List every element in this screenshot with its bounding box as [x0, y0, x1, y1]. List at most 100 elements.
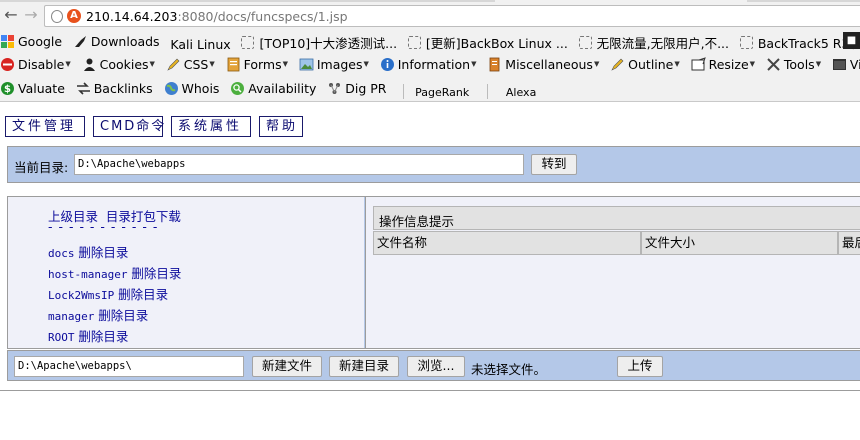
- dashed-page-icon: [241, 35, 255, 49]
- delete-dir-link[interactable]: 删除目录: [131, 266, 181, 281]
- dashed-page-icon: [407, 35, 421, 49]
- kali-dragon-icon: [73, 34, 88, 49]
- toolbar-outline[interactable]: Outline ▼: [610, 53, 680, 75]
- delete-dir-link[interactable]: 删除目录: [98, 308, 148, 323]
- webdev-toolbar: Disable ▼ Cookies ▼ CSS ▼ Forms ▼ Images ▼ In…: [0, 53, 860, 75]
- site-favicon-icon: A: [67, 9, 81, 23]
- dir-link-lock2wmsip[interactable]: Lock2WmsIP: [48, 289, 114, 302]
- no-file-selected-text: 未选择文件。: [471, 362, 547, 377]
- divider: - - - - - - - - - - -: [48, 219, 159, 234]
- list-item: ROOT 删除目录: [48, 326, 128, 345]
- dashed-page-icon: [578, 35, 592, 49]
- new-file-button[interactable]: 新建文件: [252, 356, 322, 377]
- menu-help[interactable]: 帮助: [259, 116, 303, 137]
- seo-whois[interactable]: Whois: [164, 77, 219, 99]
- bookmark-backtrack5[interactable]: BackTrack5 R3发布- ...: [739, 31, 860, 52]
- delete-dir-link[interactable]: 删除目录: [118, 287, 168, 302]
- toolbar-resize[interactable]: Resize ▼: [691, 53, 755, 75]
- column-header-file-name[interactable]: 文件名称: [373, 231, 641, 255]
- menu-system-properties[interactable]: 系统属性: [171, 116, 251, 137]
- delete-dir-link[interactable]: 删除目录: [78, 329, 128, 344]
- navigation-bar: ← → A 210.14.64.203:8080/docs/funcspecs/…: [0, 4, 860, 28]
- toolbar-cookies[interactable]: Cookies ▼: [82, 53, 155, 75]
- seo-dig-pr[interactable]: Dig PR: [327, 77, 386, 99]
- main-panel: 上级目录 目录打包下载 - - - - - - - - - - - docs 删…: [7, 196, 860, 349]
- dir-link-root[interactable]: ROOT: [48, 331, 75, 344]
- dig-icon: [327, 81, 342, 96]
- backlinks-icon: [76, 81, 91, 96]
- operation-info-panel: 操作信息提示 文件名称 文件大小 最后: [365, 197, 860, 348]
- globe-icon: [164, 81, 179, 96]
- current-directory-input[interactable]: D:\Apache\webapps: [74, 154, 524, 175]
- page-info-icon[interactable]: [51, 10, 63, 23]
- outline-pencil-icon: [610, 57, 625, 72]
- tab-strip: [0, 0, 860, 2]
- forms-icon: [226, 57, 241, 72]
- tools-icon: [766, 57, 781, 72]
- forward-arrow-icon[interactable]: →: [22, 6, 40, 24]
- page-bottom-border: [0, 390, 860, 391]
- bookmark-top10[interactable]: [TOP10]十大渗透测试...: [241, 31, 397, 52]
- toolbar-separator: [403, 84, 405, 99]
- toolbar-disable[interactable]: Disable ▼: [0, 53, 71, 75]
- browse-button[interactable]: 浏览...: [407, 356, 465, 377]
- seo-backlinks[interactable]: Backlinks: [76, 77, 153, 99]
- list-item: docs 删除目录: [48, 242, 128, 261]
- bookmark-kali-linux[interactable]: Kali Linux: [170, 33, 230, 52]
- go-button[interactable]: 转到: [531, 154, 577, 175]
- delete-dir-link[interactable]: 删除目录: [78, 245, 128, 260]
- disable-icon: [0, 57, 15, 72]
- seo-alexa[interactable]: Alexa: [498, 83, 544, 100]
- google-icon: [0, 34, 15, 49]
- upload-panel: D:\Apache\webapps\ 新建文件 新建目录 浏览... 未选择文件…: [7, 350, 860, 381]
- directory-list-panel: 上级目录 目录打包下载 - - - - - - - - - - - docs 删…: [8, 197, 364, 348]
- toolbar-images[interactable]: Images ▼: [299, 53, 369, 75]
- operation-info-header: 操作信息提示: [373, 206, 860, 230]
- upload-path-input[interactable]: D:\Apache\webapps\: [14, 356, 244, 377]
- seo-pagerank[interactable]: PageRank: [414, 83, 470, 100]
- menu-file-manage[interactable]: 文件管理: [5, 116, 85, 137]
- back-arrow-icon[interactable]: ←: [2, 6, 20, 24]
- toolbar-css[interactable]: CSS ▼: [166, 53, 215, 75]
- information-icon: [380, 57, 395, 72]
- css-pencil-icon: [166, 57, 181, 72]
- toolbar-view-source[interactable]: View Source▼: [832, 53, 860, 75]
- bookmark-google[interactable]: Google: [0, 30, 62, 52]
- active-tab-edge: [495, 0, 747, 2]
- toolbar-forms[interactable]: Forms ▼: [226, 53, 288, 75]
- dashed-page-icon: [739, 35, 753, 49]
- toolbar-overflow-icon[interactable]: ■: [843, 32, 860, 49]
- svg-text:$: $: [4, 84, 11, 95]
- images-icon: [299, 57, 314, 72]
- bookmark-downloads[interactable]: Downloads: [73, 30, 160, 52]
- address-bar[interactable]: A 210.14.64.203:8080/docs/funcspecs/1.js…: [44, 5, 860, 27]
- dir-link-docs[interactable]: docs: [48, 247, 75, 260]
- upload-button[interactable]: 上传: [617, 356, 663, 377]
- menu-cmd[interactable]: CMD命令: [93, 116, 164, 137]
- url-text[interactable]: 210.14.64.203:8080/docs/funcspecs/1.jsp: [86, 9, 348, 24]
- dir-link-manager[interactable]: manager: [48, 310, 94, 323]
- seo-valuate[interactable]: $ Valuate: [0, 77, 65, 99]
- view-source-icon: [832, 57, 847, 72]
- new-directory-button[interactable]: 新建目录: [329, 356, 399, 377]
- bookmark-unlimited[interactable]: 无限流量,无限用户,不...: [578, 31, 729, 52]
- cookies-icon: [82, 57, 97, 72]
- operation-info-title: 操作信息提示: [379, 214, 455, 229]
- search-icon: [230, 81, 245, 96]
- bookmarks-bar: Google Downloads Kali Linux [TOP10]十大渗透测…: [0, 30, 860, 52]
- list-item: Lock2WmsIP 删除目录: [48, 284, 168, 303]
- column-header-file-size[interactable]: 文件大小: [641, 231, 838, 255]
- list-item: manager 删除目录: [48, 305, 148, 324]
- seo-availability[interactable]: Availability: [230, 77, 316, 99]
- toolbar-separator: [487, 84, 489, 99]
- toolbar-tools[interactable]: Tools ▼: [766, 53, 821, 75]
- dollar-icon: $: [0, 81, 15, 96]
- dir-link-host-manager[interactable]: host-manager: [48, 268, 127, 281]
- toolbar-information[interactable]: Information ▼: [380, 53, 476, 75]
- browser-chrome: ← → A 210.14.64.203:8080/docs/funcspecs/…: [0, 0, 860, 102]
- column-header-last-modified[interactable]: 最后: [838, 231, 860, 255]
- toolbar-miscellaneous[interactable]: Miscellaneous ▼: [487, 53, 599, 75]
- bookmark-backbox[interactable]: [更新]BackBox Linux ...: [407, 31, 568, 52]
- file-table-header: 文件名称 文件大小 最后: [373, 231, 860, 255]
- current-directory-panel: 当前目录: D:\Apache\webapps 转到: [7, 146, 860, 183]
